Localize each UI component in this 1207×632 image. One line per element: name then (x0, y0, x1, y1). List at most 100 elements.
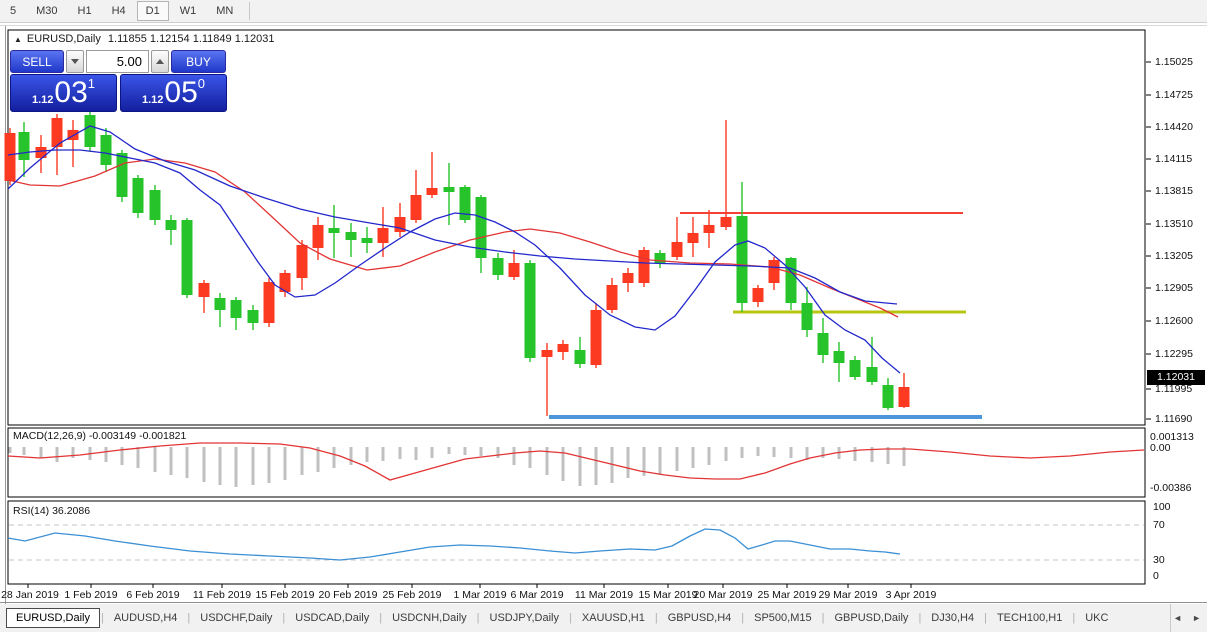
date-label: 11 Feb 2019 (192, 589, 252, 601)
chart-title: ▲ EURUSD,Daily 1.11855 1.12154 1.11849 1… (14, 33, 274, 45)
candle-body (833, 351, 845, 363)
candle-body (768, 260, 780, 283)
sell-quote-button[interactable]: 1.12 03 1 (10, 74, 117, 112)
candle-body (801, 303, 813, 330)
candle-body (817, 333, 829, 355)
candle-body (361, 238, 373, 243)
price-label: 1.13815 (1155, 185, 1193, 197)
collapse-trade-panel-icon[interactable]: ▲ (14, 35, 22, 44)
buy-button[interactable]: BUY (171, 50, 226, 73)
sell-price-small: 1.12 (31, 94, 54, 106)
candle-body (622, 273, 634, 283)
chart-tab-gbpusd-h4[interactable]: GBPUSD,H4 (659, 608, 741, 628)
candle-body (18, 132, 30, 160)
candle-body (149, 190, 161, 220)
candle-body (214, 298, 226, 310)
date-label: 6 Mar 2019 (510, 589, 564, 601)
candle-body (849, 360, 861, 377)
chart-tab-usdchf-daily[interactable]: USDCHF,Daily (191, 608, 281, 628)
candle-body (345, 232, 357, 240)
date-label: 29 Mar 2019 (818, 589, 878, 601)
scroll-right-icon[interactable]: ► (1190, 613, 1203, 623)
chart-tab-eurusd-daily[interactable]: EURUSD,Daily (6, 608, 100, 628)
chart-tab-tech100-h1[interactable]: TECH100,H1 (988, 608, 1071, 628)
date-label: 20 Feb 2019 (318, 589, 378, 601)
candle-body (198, 283, 210, 297)
sell-button[interactable]: SELL (10, 50, 64, 73)
date-label: 3 Apr 2019 (885, 589, 937, 601)
candle-body (100, 135, 112, 165)
price-label: 1.13205 (1155, 250, 1193, 262)
candle-body (785, 258, 797, 303)
chart-tab-dj30-h4[interactable]: DJ30,H4 (922, 608, 983, 628)
sell-price-big: 03 (54, 76, 88, 109)
rsi-frame (7, 500, 1146, 585)
chart-tab-usdcad-daily[interactable]: USDCAD,Daily (286, 608, 378, 628)
chart-tab-usdcnh-daily[interactable]: USDCNH,Daily (383, 608, 476, 628)
buy-price-sup: 0 (197, 76, 206, 91)
candle-body (866, 367, 878, 382)
candle-body (181, 220, 193, 295)
chart-tab-ukc[interactable]: UKC (1076, 608, 1117, 628)
rsi-axis-value: 70 (1153, 519, 1165, 531)
candle-body (328, 228, 340, 233)
scroll-left-icon[interactable]: ◄ (1171, 613, 1184, 623)
candle-body (459, 187, 471, 220)
candle-body (736, 216, 748, 303)
candle-body (443, 187, 455, 192)
date-label: 28 Jan 2019 (1, 589, 59, 601)
window-frame-bottom (0, 602, 1207, 603)
chart-tab-sp500-m15[interactable]: SP500,M15 (745, 608, 820, 628)
buy-quote-button[interactable]: 1.12 05 0 (120, 74, 227, 112)
volume-increase-button[interactable] (151, 50, 169, 73)
volume-decrease-button[interactable] (66, 50, 84, 73)
candle-body (247, 310, 259, 323)
candle-body (312, 225, 324, 248)
candle-body (687, 233, 699, 243)
price-label: 1.13510 (1155, 218, 1193, 230)
candle-body (541, 350, 553, 357)
one-click-trade-panel: SELL BUY 1.12 03 1 1.12 05 0 (10, 50, 227, 112)
candle-body (671, 242, 683, 257)
buy-price-big: 05 (164, 76, 198, 109)
candle-body (898, 387, 910, 407)
rsi-axis-value: 30 (1153, 554, 1165, 566)
candle-body (84, 115, 96, 147)
candle-body (296, 245, 308, 278)
candle-body (508, 263, 520, 277)
candle-body (377, 228, 389, 243)
candle-body (703, 225, 715, 233)
tab-scroll-arrows: ◄ ► (1170, 604, 1207, 632)
candle-body (4, 133, 16, 181)
chart-tab-gbpusd-daily[interactable]: GBPUSD,Daily (825, 608, 917, 628)
chart-symbol-title: EURUSD,Daily (26, 33, 101, 45)
date-label: 25 Feb 2019 (382, 589, 442, 601)
chart-ohlc-values: 1.11855 1.12154 1.11849 1.12031 (107, 33, 275, 45)
price-label: 1.12600 (1155, 315, 1193, 327)
macd-label: MACD(12,26,9) -0.003149 -0.001821 (13, 430, 187, 442)
candle-body (165, 220, 177, 230)
rsi-axis-value: 100 (1153, 501, 1171, 513)
date-label: 25 Mar 2019 (757, 589, 817, 601)
chart-tabs-bar: EURUSD,Daily | AUDUSD,H4 | USDCHF,Daily | USDC… (0, 604, 1207, 632)
macd-axis-value: 0.00 (1150, 442, 1171, 454)
candle-body (606, 285, 618, 310)
candle-body (752, 288, 764, 302)
chart-tab-xauusd-h1[interactable]: XAUUSD,H1 (573, 608, 654, 628)
price-label: 1.11690 (1155, 413, 1193, 425)
price-label: 1.14115 (1155, 153, 1193, 165)
rsi-axis-value: 0 (1153, 570, 1159, 582)
macd-axis-value: -0.00386 (1150, 482, 1192, 494)
candle-body (720, 217, 732, 227)
buy-price-small: 1.12 (141, 94, 164, 106)
date-label: 6 Feb 2019 (126, 589, 180, 601)
chart-tab-audusd-h4[interactable]: AUDUSD,H4 (105, 608, 187, 628)
mt4-window: 5 M30 H1 H4 D1 W1 MN ▲ EURUSD,Daily 1.11855 1.… (0, 0, 1207, 632)
candle-body (638, 250, 650, 283)
candle-body (574, 350, 586, 364)
candle-body (116, 153, 128, 197)
chart-tab-usdjpy-daily[interactable]: USDJPY,Daily (481, 608, 569, 628)
triangle-down-icon (71, 59, 79, 64)
date-label: 1 Mar 2019 (453, 589, 507, 601)
volume-input[interactable] (86, 50, 149, 73)
